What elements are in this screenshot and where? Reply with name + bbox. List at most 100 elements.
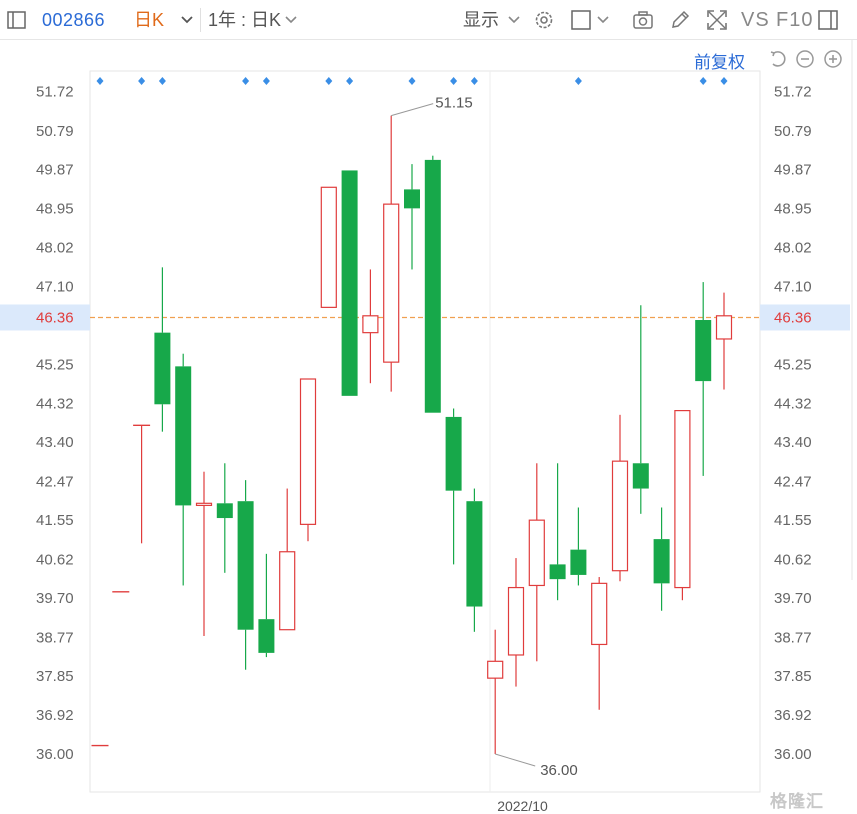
candle[interactable] (404, 164, 420, 270)
event-marker[interactable] (470, 77, 478, 85)
kline-chart[interactable]: 51.72 50.79 49.87 48.95 48.02 47.10 46.36 45.25… (0, 0, 857, 814)
event-marker[interactable] (138, 77, 146, 85)
max-leader-line (391, 103, 434, 117)
candle-body (362, 315, 379, 334)
zoom-in-icon[interactable] (823, 49, 843, 69)
y-tick-label-left: 39.70 (36, 590, 74, 607)
candle-body (715, 315, 733, 340)
y-tick-label-left: 44.32 (36, 395, 74, 412)
candle[interactable] (611, 414, 629, 582)
kline-type-label[interactable]: 日K (134, 0, 164, 40)
y-tick-label-left: 37.85 (36, 668, 74, 685)
event-marker[interactable] (96, 77, 104, 85)
display-chevron-down-icon[interactable] (505, 11, 523, 29)
y-tick-label-left: 36.92 (36, 707, 74, 724)
candle[interactable] (279, 488, 296, 631)
y-tick-label-right: 38.77 (774, 629, 812, 646)
candle[interactable] (216, 463, 233, 573)
candle[interactable] (653, 507, 670, 611)
y-tick-label-right: 39.70 (774, 590, 812, 607)
candle[interactable] (549, 463, 566, 601)
candle-body (383, 203, 400, 363)
event-marker[interactable] (262, 77, 270, 85)
event-marker[interactable] (158, 77, 166, 85)
candle[interactable] (362, 269, 379, 384)
candle[interactable] (674, 410, 691, 601)
candle-body (653, 539, 670, 584)
candle-body (632, 463, 649, 489)
f10-button[interactable]: F10 (776, 0, 813, 40)
candle[interactable] (570, 507, 587, 586)
candle[interactable] (175, 353, 192, 586)
candle[interactable] (695, 282, 712, 476)
y-tick-label-left: 48.95 (36, 200, 74, 217)
min-price-label: 36.00 (540, 762, 578, 779)
event-marker[interactable] (699, 77, 707, 85)
y-tick-label-right: 48.02 (774, 240, 812, 257)
candle[interactable] (528, 463, 545, 662)
event-marker[interactable] (242, 77, 250, 85)
candle-body (175, 366, 192, 506)
display-menu[interactable]: 显示 (463, 0, 499, 40)
candle[interactable] (466, 488, 483, 632)
candle[interactable] (195, 471, 213, 637)
event-marker[interactable] (450, 77, 458, 85)
y-tick-label-left: 36.00 (36, 746, 74, 763)
chevron-down-icon[interactable] (178, 11, 196, 29)
fullscreen-icon[interactable] (706, 9, 728, 31)
checkbox-icon[interactable] (570, 9, 592, 31)
candle[interactable] (154, 267, 171, 432)
candle[interactable] (445, 408, 462, 565)
max-price-label: 51.15 (435, 95, 473, 112)
adjust-mode-toggle[interactable]: 前复权 (694, 48, 745, 73)
candle[interactable] (424, 155, 441, 413)
event-marker[interactable] (346, 77, 354, 85)
candle[interactable] (632, 305, 649, 514)
candle[interactable] (341, 170, 358, 396)
sidebar-icon[interactable] (817, 9, 839, 31)
toolbar-divider (200, 8, 201, 32)
gear-icon[interactable] (533, 9, 555, 31)
candle[interactable] (591, 577, 608, 710)
candle[interactable] (320, 186, 337, 308)
event-marker[interactable] (408, 77, 416, 85)
candle-body (279, 551, 296, 631)
event-marker[interactable] (574, 77, 582, 85)
y-tick-label-left: 38.77 (36, 629, 74, 646)
vs-button[interactable]: VS (741, 0, 770, 40)
event-markers[interactable] (96, 77, 728, 85)
candle-body (154, 332, 171, 405)
candle-body (299, 378, 317, 525)
y-tick-label-left: 50.79 (36, 123, 74, 140)
candle[interactable] (133, 424, 151, 544)
pencil-icon[interactable] (669, 9, 691, 31)
candle-body (674, 410, 691, 589)
event-marker[interactable] (325, 77, 333, 85)
y-tick-label-left: 46.36 (36, 309, 74, 326)
candle-body (424, 159, 441, 413)
candle-body (695, 320, 712, 382)
candle-body (507, 586, 525, 656)
candle[interactable] (237, 480, 254, 670)
camera-icon[interactable] (632, 9, 654, 31)
zoom-out-icon[interactable] (795, 49, 815, 69)
panel-icon[interactable] (6, 9, 28, 31)
checkbox-chevron-down-icon[interactable] (594, 11, 612, 29)
y-tick-label-right: 46.36 (774, 309, 812, 326)
candle[interactable] (715, 292, 733, 390)
period-selector[interactable]: 1年 : 日K (208, 0, 281, 40)
toolbar: 002866 日K 1年 : 日K 显示 VS F10 (0, 0, 857, 40)
event-marker[interactable] (720, 77, 728, 85)
y-tick-label-right: 36.00 (774, 746, 812, 763)
candle[interactable] (258, 553, 275, 658)
undo-icon[interactable] (768, 49, 788, 69)
period-chevron-down-icon[interactable] (282, 11, 300, 29)
y-tick-label-right: 45.25 (774, 356, 812, 373)
candle-body (466, 501, 483, 607)
stock-code[interactable]: 002866 (42, 0, 105, 40)
candle[interactable] (299, 378, 317, 542)
candle[interactable] (507, 558, 525, 687)
y-tick-label-right: 43.40 (774, 434, 812, 451)
candle[interactable] (383, 115, 400, 392)
candles[interactable] (91, 115, 733, 754)
